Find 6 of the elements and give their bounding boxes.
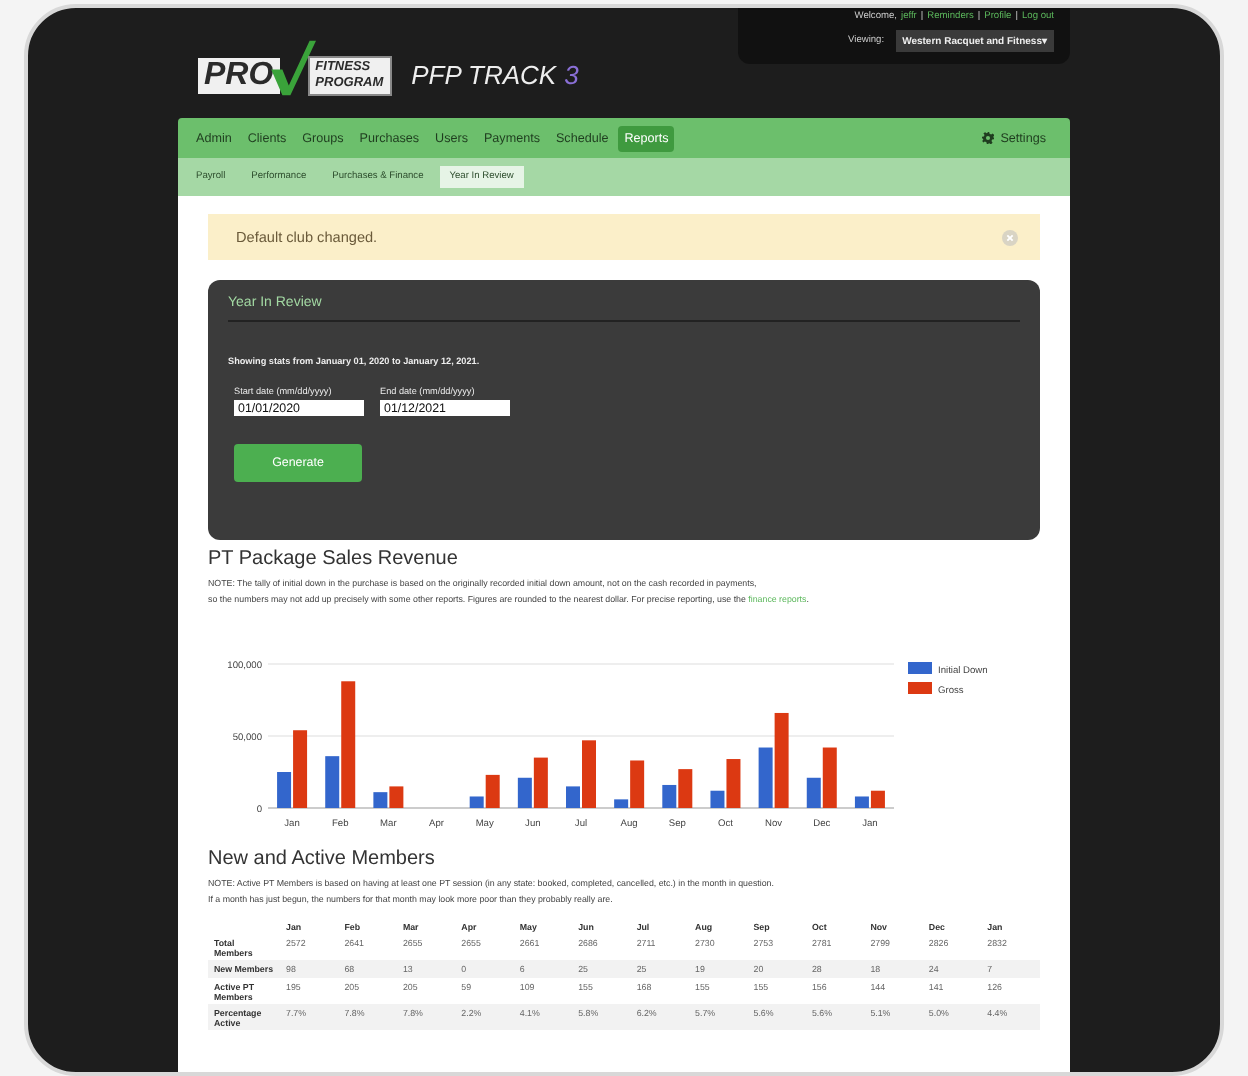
app-version: 3 bbox=[564, 60, 579, 90]
section-title: New and Active Members bbox=[208, 848, 437, 870]
section-title: PT Package Sales Revenue bbox=[208, 548, 460, 570]
app-name: PFP TRACK bbox=[411, 60, 557, 90]
settings-icon bbox=[982, 132, 995, 144]
close-icon[interactable] bbox=[1002, 229, 1018, 245]
